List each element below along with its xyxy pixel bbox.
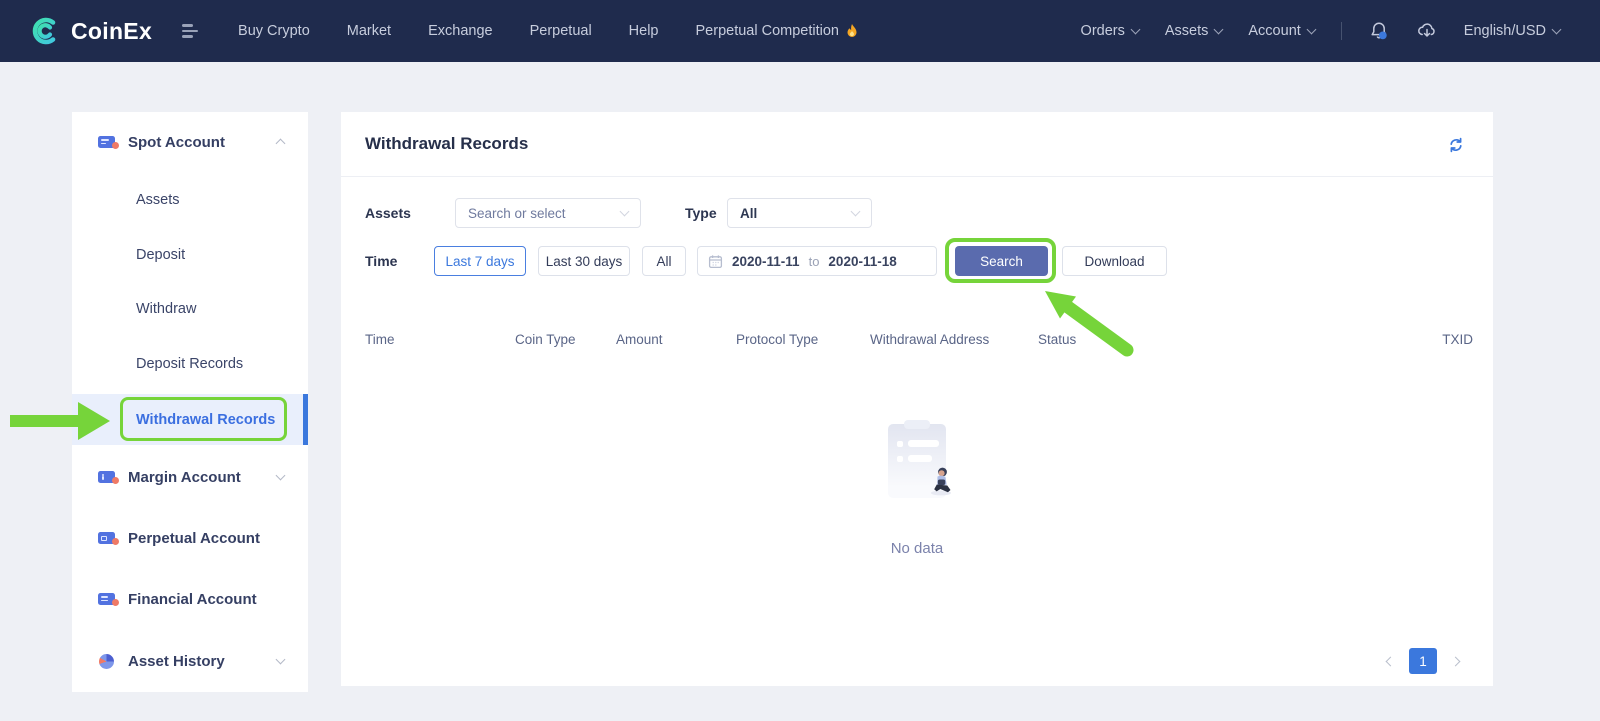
chevron-down-icon bbox=[1306, 24, 1317, 35]
app-download-icon[interactable] bbox=[1416, 20, 1438, 42]
withdrawal-records-panel: Withdrawal Records Assets Search or sele… bbox=[341, 112, 1493, 686]
brand-name: CoinEx bbox=[71, 17, 153, 44]
nav-exchange[interactable]: Exchange bbox=[428, 23, 493, 39]
locale-selector[interactable]: English/USD bbox=[1464, 23, 1562, 39]
assets-filter-label: Assets bbox=[365, 205, 411, 221]
column-coin-type: Coin Type bbox=[515, 332, 576, 347]
sidebar-item-deposit-records[interactable]: Deposit Records bbox=[72, 349, 308, 379]
asset-history-icon bbox=[96, 653, 116, 669]
refresh-icon[interactable] bbox=[1447, 136, 1465, 159]
column-status: Status bbox=[1038, 332, 1077, 347]
sidebar-item-perpetual-account[interactable]: Perpetual Account bbox=[72, 523, 308, 553]
date-separator: to bbox=[808, 253, 820, 269]
date-range-picker[interactable]: 2020-11-11 to 2020-11-18 bbox=[697, 246, 937, 276]
perpetual-account-icon bbox=[96, 532, 119, 545]
coinex-logo[interactable]: CoinEx bbox=[28, 14, 152, 48]
filter-row-time: Time Last 7 days Last 30 days All 2020-1… bbox=[341, 246, 1493, 276]
previous-page-icon[interactable] bbox=[1385, 656, 1396, 666]
nav-market[interactable]: Market bbox=[347, 23, 391, 39]
chevron-down-icon bbox=[275, 654, 286, 665]
chevron-up-icon bbox=[275, 138, 286, 149]
no-data-illustration bbox=[888, 424, 951, 498]
calendar-icon bbox=[708, 254, 723, 269]
nav-account-dropdown[interactable]: Account bbox=[1248, 23, 1317, 39]
sidebar-item-withdrawal-records[interactable]: Withdrawal Records bbox=[72, 394, 308, 445]
nav-help[interactable]: Help bbox=[629, 23, 659, 39]
date-from-value[interactable]: 2020-11-11 bbox=[732, 254, 800, 269]
search-button[interactable]: Search bbox=[955, 246, 1048, 276]
sidebar-item-withdraw[interactable]: Withdraw bbox=[72, 294, 308, 324]
time-filter-label: Time bbox=[365, 253, 398, 269]
nav-separator bbox=[1340, 22, 1342, 40]
title-divider bbox=[341, 176, 1493, 177]
time-last-30-days-button[interactable]: Last 30 days bbox=[538, 246, 630, 276]
flame-icon bbox=[845, 23, 859, 39]
chevron-down-icon bbox=[275, 470, 286, 481]
sidebar-item-asset-history[interactable]: Asset History bbox=[72, 646, 308, 676]
empty-state: No data bbox=[341, 424, 1493, 557]
chevron-down-icon bbox=[850, 206, 861, 217]
financial-account-icon bbox=[96, 593, 119, 606]
column-time: Time bbox=[365, 332, 395, 347]
filter-row-assets-type: Assets Search or select Type All bbox=[341, 198, 1493, 228]
records-table-header: Time Coin Type Amount Protocol Type With… bbox=[365, 332, 1473, 347]
time-last-7-days-button[interactable]: Last 7 days bbox=[434, 246, 526, 276]
chevron-down-icon bbox=[1551, 24, 1562, 35]
nav-buy-crypto[interactable]: Buy Crypto bbox=[238, 23, 310, 39]
date-to-value[interactable]: 2020-11-18 bbox=[828, 254, 896, 269]
column-withdrawal-address: Withdrawal Address bbox=[870, 332, 990, 347]
sidebar-item-margin-account[interactable]: Margin Account bbox=[72, 462, 308, 492]
download-button[interactable]: Download bbox=[1062, 246, 1167, 276]
coinex-logo-icon bbox=[28, 14, 62, 48]
account-sidebar: Spot Account Assets Deposit Withdraw Dep… bbox=[72, 112, 308, 692]
sidebar-item-spot-account[interactable]: Spot Account bbox=[72, 127, 308, 157]
pagination: 1 bbox=[1385, 648, 1461, 674]
page-title: Withdrawal Records bbox=[365, 134, 529, 153]
sidebar-item-assets[interactable]: Assets bbox=[72, 185, 308, 215]
nav-perpetual[interactable]: Perpetual bbox=[530, 23, 592, 39]
type-select[interactable]: All bbox=[727, 198, 872, 228]
time-all-button[interactable]: All bbox=[642, 246, 686, 276]
column-amount: Amount bbox=[616, 332, 663, 347]
sitting-person-illustration bbox=[928, 466, 954, 501]
chevron-down-icon bbox=[1130, 24, 1141, 35]
nav-menu: Buy Crypto Market Exchange Perpetual Hel… bbox=[238, 23, 859, 39]
sidebar-item-financial-account[interactable]: Financial Account bbox=[72, 584, 308, 614]
sidebar-item-deposit[interactable]: Deposit bbox=[72, 240, 308, 270]
margin-account-icon bbox=[96, 471, 119, 484]
notification-bell-icon[interactable] bbox=[1368, 20, 1390, 42]
nav-right: Orders Assets Account English/USD bbox=[1081, 20, 1562, 42]
type-filter-label: Type bbox=[685, 205, 717, 221]
chevron-down-icon bbox=[619, 206, 630, 217]
next-page-icon[interactable] bbox=[1450, 656, 1461, 666]
spot-account-icon bbox=[96, 136, 119, 149]
top-navbar: CoinEx Buy Crypto Market Exchange Perpet… bbox=[0, 0, 1600, 62]
page-number-1[interactable]: 1 bbox=[1409, 648, 1437, 674]
chevron-down-icon bbox=[1213, 24, 1224, 35]
nav-orders-dropdown[interactable]: Orders bbox=[1081, 23, 1141, 39]
nav-assets-dropdown[interactable]: Assets bbox=[1165, 23, 1224, 39]
hamburger-menu-icon[interactable] bbox=[182, 24, 200, 38]
nav-perpetual-competition[interactable]: Perpetual Competition bbox=[696, 23, 859, 39]
no-data-text: No data bbox=[890, 540, 944, 557]
column-txid: TXID bbox=[1442, 332, 1473, 347]
assets-select[interactable]: Search or select bbox=[455, 198, 641, 228]
column-protocol-type: Protocol Type bbox=[736, 332, 819, 347]
